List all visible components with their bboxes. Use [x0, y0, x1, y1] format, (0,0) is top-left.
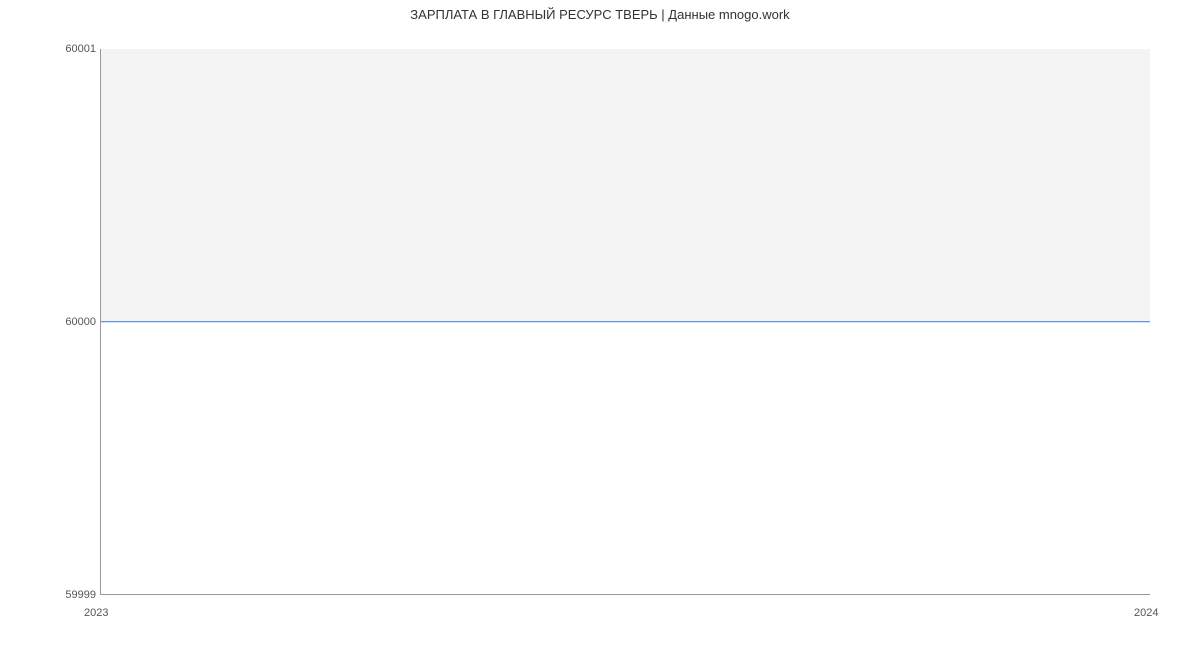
y-tick-label: 60001	[65, 43, 96, 55]
data-line	[101, 321, 1150, 323]
chart-title: ЗАРПЛАТА В ГЛАВНЫЙ РЕСУРС ТВЕРЬ | Данные…	[0, 7, 1200, 22]
plot-area	[100, 49, 1150, 595]
y-tick-label: 59999	[65, 589, 96, 601]
x-tick-label: 2023	[84, 607, 108, 619]
grid-band	[101, 49, 1150, 322]
y-tick-label: 60000	[65, 316, 96, 328]
x-tick-label: 2024	[1134, 607, 1158, 619]
